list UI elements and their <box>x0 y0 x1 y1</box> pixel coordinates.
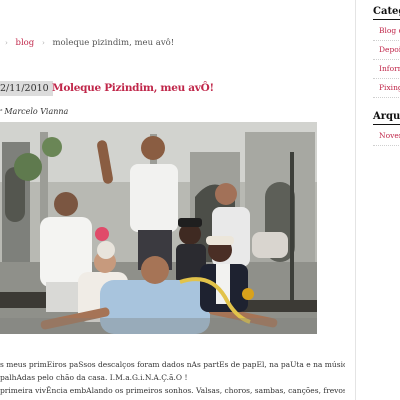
post-title[interactable]: Moleque Pizindim, meu avÔ! <box>52 81 214 96</box>
post-paragraph: s meus primEiros paSsos descalços foram … <box>0 360 345 369</box>
post-body: s meus primEiros paSsos descalços foram … <box>0 358 345 397</box>
category-link-depoimentos[interactable]: Depoi <box>373 41 400 60</box>
post-paragraph: palhAdas pelo chão da casa. I.M.a.G.i.N.… <box>0 373 188 382</box>
archive-link-november[interactable]: Novem <box>373 127 400 146</box>
archive-list: Novem <box>373 127 400 146</box>
post-photo <box>0 122 317 334</box>
breadcrumb-blog-link[interactable]: blog <box>16 38 35 48</box>
post-date: 2/11/2010 <box>0 81 53 96</box>
categories-heading: Categ <box>373 6 400 20</box>
category-link-blog[interactable]: Blog d <box>373 22 400 41</box>
breadcrumb: › blog › moleque pizindim, meu avô! <box>0 38 174 52</box>
archive-heading: Arqu <box>373 111 400 125</box>
breadcrumb-current-page: moleque pizindim, meu avô! <box>52 38 175 48</box>
category-link-informacoes[interactable]: Inform <box>373 60 400 79</box>
post-byline: r Marcelo Vianna <box>0 107 69 116</box>
sidebar-divider <box>355 0 356 400</box>
breadcrumb-separator: › <box>41 39 45 47</box>
breadcrumb-separator: › <box>5 39 8 47</box>
categories-list: Blog d Depoi Inform Pixing <box>373 22 400 98</box>
category-link-pixing[interactable]: Pixing <box>373 79 400 98</box>
post-paragraph: primeira vivÊncia embAlando os primeiros… <box>0 386 345 395</box>
